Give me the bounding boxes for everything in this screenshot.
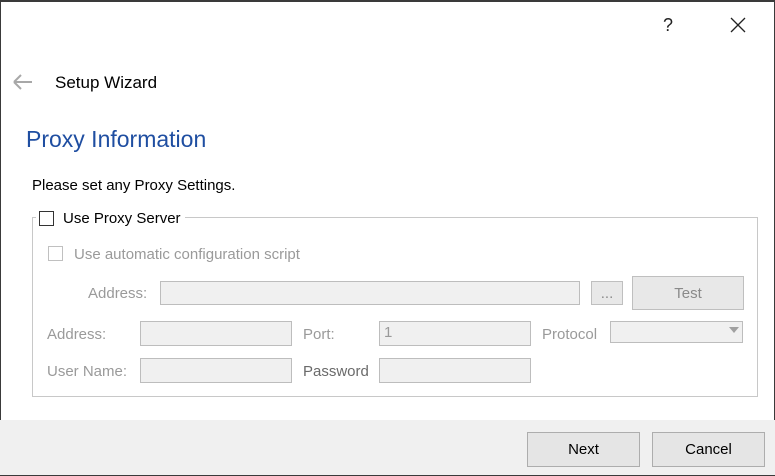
next-button[interactable]: Next — [527, 432, 640, 467]
password-input[interactable] — [379, 358, 531, 383]
address-input[interactable] — [140, 321, 292, 346]
close-button[interactable] — [716, 8, 760, 42]
use-proxy-label: Use Proxy Server — [63, 209, 181, 227]
auto-config-label: Use automatic configuration script — [74, 246, 300, 263]
chevron-down-icon — [729, 327, 739, 333]
test-button[interactable]: Test — [632, 276, 744, 310]
arrow-left-icon — [13, 74, 32, 90]
use-proxy-checkbox-row[interactable]: Use Proxy Server — [36, 208, 185, 228]
port-input[interactable]: 1 — [379, 321, 531, 346]
wizard-title: Setup Wizard — [55, 73, 158, 92]
port-label: Port: — [303, 326, 335, 343]
instruction-text: Please set any Proxy Settings. — [32, 177, 236, 194]
browse-button[interactable]: ... — [591, 281, 623, 305]
username-label: User Name: — [47, 363, 128, 380]
script-address-label: Address: — [88, 285, 148, 302]
help-button[interactable]: ? — [646, 8, 690, 42]
use-proxy-checkbox[interactable] — [39, 210, 54, 226]
page-title: Proxy Information — [26, 126, 207, 152]
back-button[interactable] — [10, 70, 36, 96]
address-label: Address: — [47, 326, 107, 343]
protocol-select[interactable] — [610, 321, 743, 343]
username-input[interactable] — [140, 358, 292, 383]
cancel-button[interactable]: Cancel — [652, 432, 765, 467]
close-icon — [730, 17, 746, 33]
script-address-input[interactable] — [160, 281, 580, 305]
protocol-label: Protocol — [542, 326, 598, 343]
help-icon: ? — [662, 14, 673, 35]
password-label: Password — [303, 363, 369, 380]
auto-config-checkbox[interactable] — [48, 246, 63, 261]
